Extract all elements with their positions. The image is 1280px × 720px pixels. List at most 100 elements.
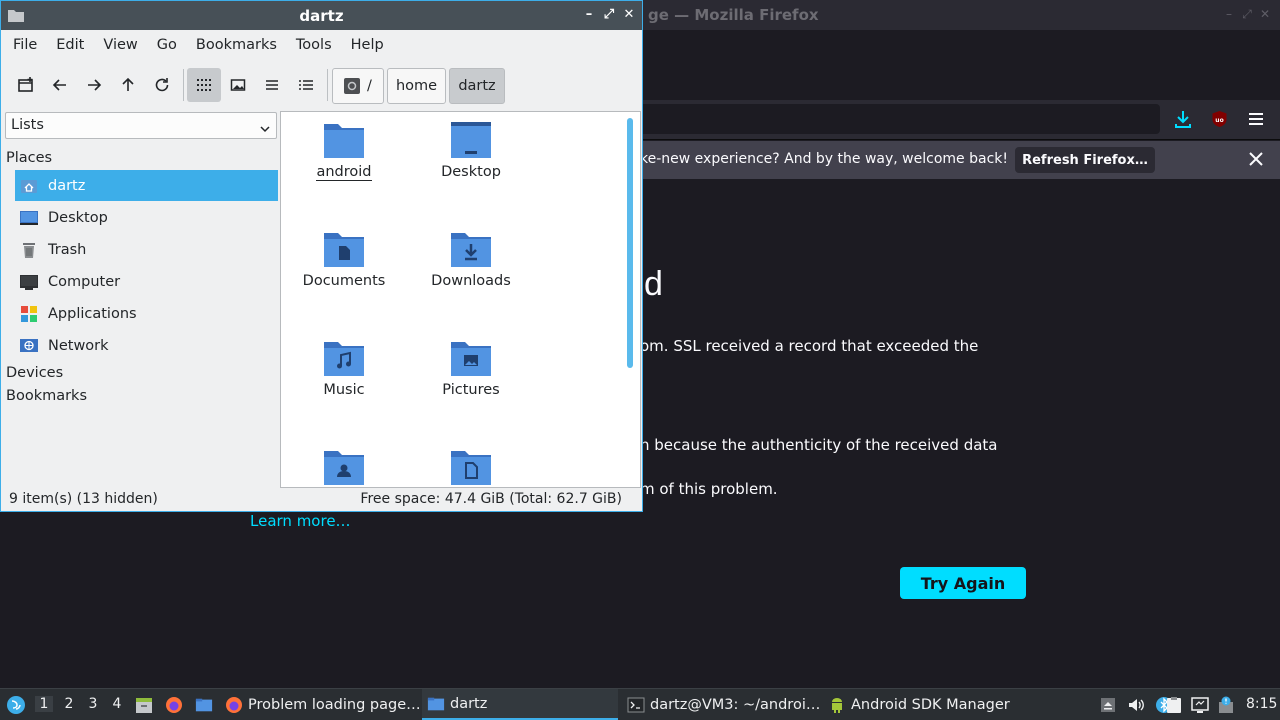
file-item-downloads[interactable]: Downloads (416, 229, 526, 289)
file-item-label: android (316, 164, 372, 181)
back-button[interactable] (43, 68, 77, 102)
menu-go[interactable]: Go (157, 37, 177, 53)
menu-view[interactable]: View (103, 37, 137, 53)
file-item-templates[interactable] (416, 447, 526, 487)
sidebar-item-applications[interactable]: Applications (15, 298, 278, 329)
applications-icon (19, 304, 39, 324)
sidebar-item-desktop[interactable]: Desktop (15, 202, 278, 233)
file-item-android[interactable]: android (289, 120, 399, 181)
menu-edit[interactable]: Edit (56, 37, 84, 53)
trash-icon (19, 240, 39, 260)
toolbar: / home dartz (1, 63, 642, 107)
eject-icon[interactable] (1099, 696, 1117, 714)
reload-button[interactable] (145, 68, 179, 102)
breadcrumb-home[interactable]: home (387, 68, 446, 104)
close-icon[interactable]: ✕ (1258, 7, 1272, 21)
folder-desktop-icon (451, 122, 491, 158)
file-icon-view[interactable]: android Desktop Documents Downloads Musi… (280, 111, 641, 488)
volume-icon[interactable] (1127, 696, 1145, 714)
notification-text: ke-new experience? And by the way, welco… (640, 151, 1008, 167)
task-file-manager[interactable]: dartz (422, 689, 618, 720)
vertical-scrollbar[interactable] (627, 118, 633, 368)
error-description: m of this problem. (640, 480, 778, 498)
close-icon[interactable] (1247, 150, 1265, 168)
sidebar-item-network[interactable]: Network (15, 330, 278, 361)
hamburger-menu-icon[interactable] (1246, 109, 1266, 129)
url-bar[interactable] (620, 104, 1160, 134)
firefox-launcher-icon[interactable] (165, 696, 183, 714)
refresh-firefox-button[interactable]: Refresh Firefox… (1015, 147, 1155, 173)
side-pane-mode-select[interactable]: Lists (5, 112, 277, 139)
learn-more-link[interactable]: Learn more… (250, 512, 351, 530)
detailed-list-view-button[interactable] (289, 68, 323, 102)
devices-heading[interactable]: Devices (6, 365, 63, 381)
file-item-label: Desktop (441, 164, 501, 180)
reload-icon (155, 78, 169, 92)
bookmarks-heading[interactable]: Bookmarks (6, 388, 87, 404)
clock[interactable]: 8:15 (1246, 696, 1277, 712)
svg-text:uo: uo (1215, 117, 1223, 124)
up-button[interactable] (111, 68, 145, 102)
breadcrumb-root[interactable]: / (332, 68, 384, 104)
menu-help[interactable]: Help (351, 37, 384, 53)
task-label: dartz@VM3: ~/androi… (650, 696, 821, 713)
forward-button[interactable] (77, 68, 111, 102)
status-free-space: Free space: 47.4 GiB (Total: 62.7 GiB) (360, 491, 622, 507)
task-android-sdk-manager[interactable]: Android SDK Manager (828, 689, 1018, 720)
ublock-icon[interactable]: uo (1211, 110, 1228, 128)
menu-tools[interactable]: Tools (296, 37, 332, 53)
window-title: dartz (299, 7, 344, 25)
sidebar-item-dartz[interactable]: dartz (15, 170, 278, 201)
thumbnail-view-button[interactable] (221, 68, 255, 102)
try-again-button[interactable]: Try Again (900, 567, 1026, 599)
file-item-music[interactable]: Music (289, 338, 399, 398)
start-menu-icon[interactable] (6, 695, 26, 715)
task-label: Problem loading page… (248, 696, 421, 713)
new-tab-button[interactable] (9, 68, 43, 102)
file-manager-window: dartz – ⤢ ✕ File Edit View Go Bookmarks … (0, 0, 643, 512)
updates-icon[interactable] (1217, 696, 1235, 714)
breadcrumb-dartz[interactable]: dartz (449, 68, 505, 104)
file-manager-titlebar[interactable]: dartz – ⤢ ✕ (1, 1, 642, 30)
download-icon[interactable] (1172, 108, 1194, 130)
error-heading: d (644, 265, 663, 303)
sidebar-item-computer[interactable]: Computer (15, 266, 278, 297)
workspace-4[interactable]: 4 (108, 696, 126, 712)
icon-view-button[interactable] (187, 68, 221, 102)
file-item-label: Pictures (442, 382, 500, 398)
file-item-pictures[interactable]: Pictures (416, 338, 526, 398)
folder-templates-icon (451, 451, 491, 485)
menu-bookmarks[interactable]: Bookmarks (196, 37, 277, 53)
sidebar-item-trash[interactable]: Trash (15, 234, 278, 265)
maximize-icon[interactable]: ⤢ (1240, 7, 1254, 21)
folder-icon (427, 695, 445, 713)
file-item-label: Downloads (431, 273, 511, 289)
folder-launcher-icon[interactable] (195, 696, 213, 714)
file-item-public[interactable] (289, 447, 399, 487)
compact-list-icon (266, 80, 278, 90)
minimize-icon[interactable]: – (581, 7, 597, 23)
file-item-documents[interactable]: Documents (289, 229, 399, 289)
workspace-2[interactable]: 2 (60, 696, 78, 712)
clipboard-icon[interactable] (1165, 696, 1183, 714)
new-tab-icon (18, 77, 33, 92)
compact-view-button[interactable] (255, 68, 289, 102)
workspace-1[interactable]: 1 (35, 696, 53, 712)
menu-bar: File Edit View Go Bookmarks Tools Help (1, 30, 642, 60)
folder-documents-icon (324, 233, 364, 267)
task-firefox[interactable]: Problem loading page… (225, 689, 421, 720)
toolbar-separator (327, 69, 328, 101)
firefox-window-title: ge — Mozilla Firefox (648, 6, 819, 24)
close-icon[interactable]: ✕ (621, 7, 637, 23)
network-tray-icon[interactable] (1191, 696, 1209, 714)
file-cabinet-launcher-icon[interactable] (135, 696, 153, 714)
file-item-desktop[interactable]: Desktop (416, 120, 526, 180)
workspace-3[interactable]: 3 (84, 696, 102, 712)
menu-file[interactable]: File (13, 37, 37, 53)
toolbar-separator (183, 69, 184, 101)
maximize-icon[interactable]: ⤢ (601, 7, 617, 23)
sidebar-item-label: Trash (48, 241, 87, 258)
minimize-icon[interactable]: – (1222, 7, 1236, 21)
task-terminal[interactable]: dartz@VM3: ~/androi… (627, 689, 821, 720)
sidebar-item-label: Applications (48, 305, 137, 322)
